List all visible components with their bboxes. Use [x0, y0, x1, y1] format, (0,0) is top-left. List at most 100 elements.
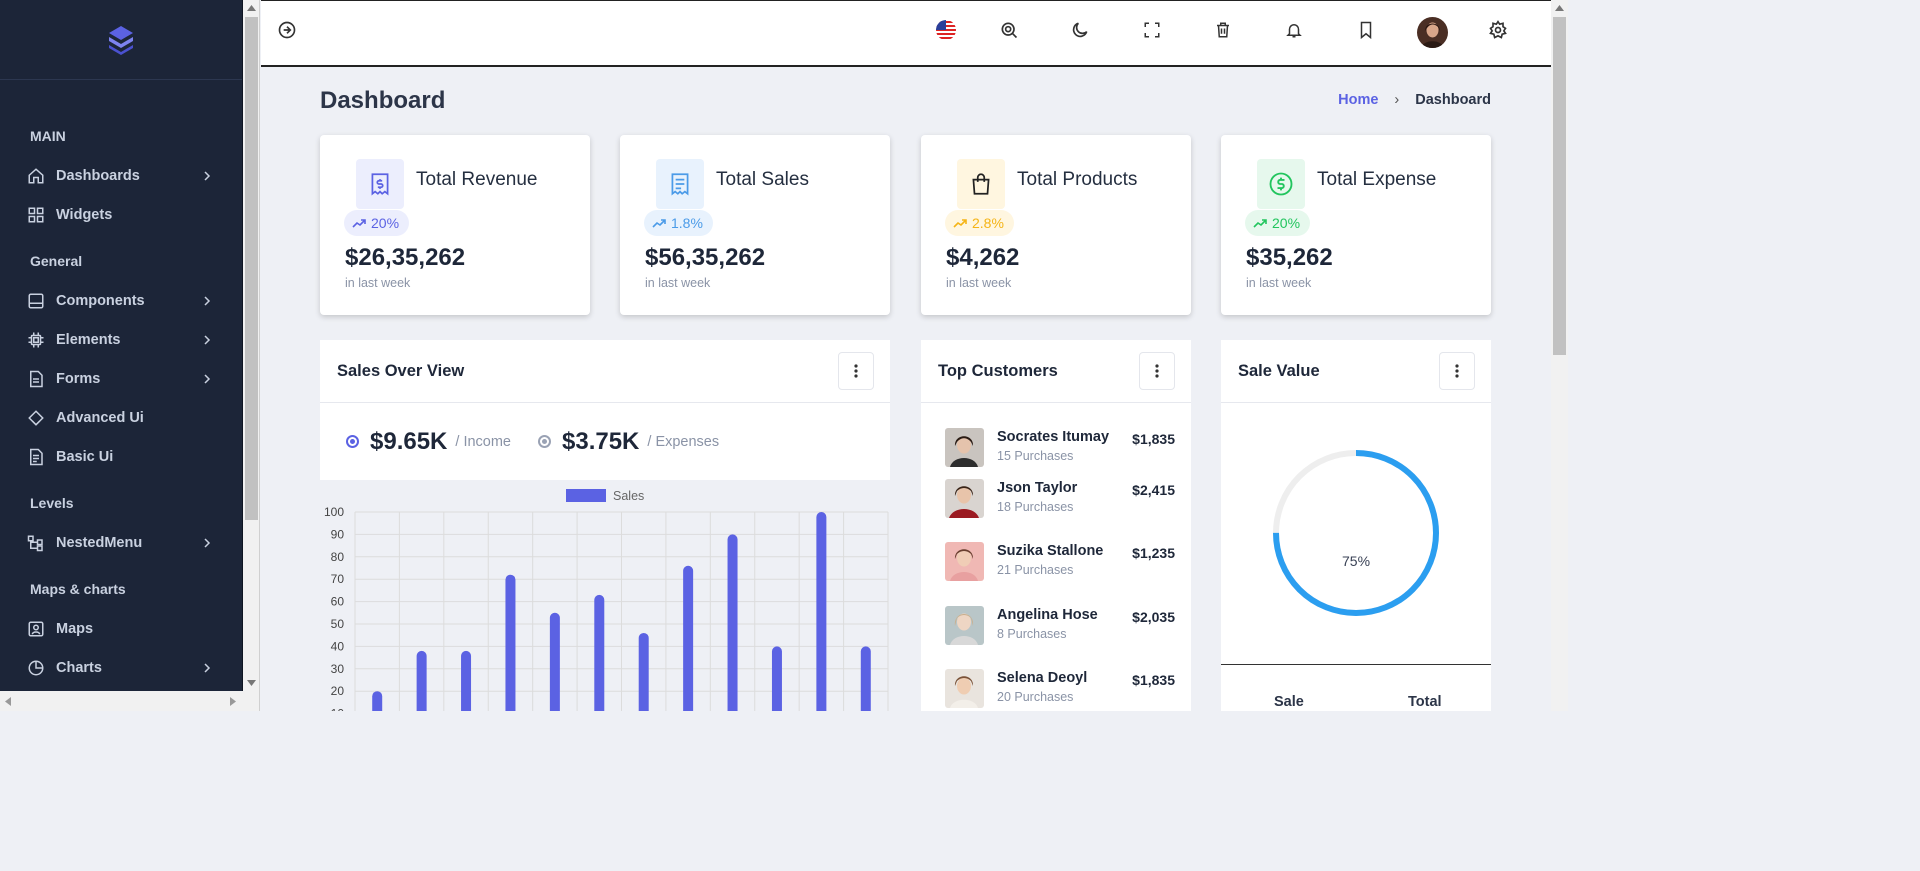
sidebar-item-label: Widgets	[56, 206, 113, 223]
more-options-button[interactable]	[838, 352, 874, 390]
bar-1[interactable]	[372, 691, 383, 736]
bar-7[interactable]	[638, 632, 649, 736]
customer-photo	[945, 606, 984, 645]
customer-row[interactable]: Socrates Itumay 15 Purchases $1,835	[945, 428, 1175, 480]
bar-3[interactable]	[461, 650, 472, 736]
income-radio[interactable]	[346, 435, 359, 448]
avatar[interactable]	[1417, 17, 1448, 48]
customer-row[interactable]: Json Taylor 18 Purchases $2,415	[945, 479, 1175, 531]
scrollbar-thumb[interactable]	[245, 17, 258, 520]
breadcrumb-current: Dashboard	[1415, 92, 1491, 108]
scroll-up-icon[interactable]	[247, 5, 256, 11]
bar-10[interactable]	[771, 646, 782, 736]
bar-6[interactable]	[594, 594, 605, 736]
customer-purchases: 15 Purchases	[997, 449, 1074, 463]
tree-icon	[27, 534, 45, 552]
scroll-left-icon[interactable]	[5, 697, 11, 706]
stat-subtitle: in last week	[1246, 276, 1312, 290]
customer-row[interactable]: Suzika Stallone 21 Purchases $1,235	[945, 542, 1175, 594]
trending-up-icon	[652, 219, 666, 228]
gear-icon[interactable]	[1487, 19, 1509, 41]
home-icon	[27, 167, 45, 185]
page-scrollbar[interactable]	[1551, 0, 1568, 711]
panel-title: Top Customers	[938, 361, 1058, 380]
bar-11[interactable]	[816, 512, 827, 736]
sidebar-item-components[interactable]: Components	[0, 281, 242, 320]
chevron-right-icon	[204, 295, 211, 306]
stat-percent: 2.8%	[972, 215, 1004, 231]
sidebar-horizontal-scrollbar[interactable]	[0, 691, 243, 711]
sidebar-item-label: Components	[56, 292, 145, 309]
search-icon[interactable]	[998, 19, 1020, 41]
sidebar-item-advanced-ui[interactable]: Advanced Ui	[0, 398, 242, 437]
breadcrumb-home-link[interactable]: Home	[1338, 92, 1378, 108]
customer-photo	[945, 428, 984, 467]
chevron-right-icon	[204, 537, 211, 548]
sale-value-donut	[1273, 450, 1439, 616]
bar-2[interactable]	[416, 650, 427, 736]
sidebar-item-label: Dashboards	[56, 167, 140, 184]
customer-name: Angelina Hose	[997, 607, 1098, 623]
customer-amount: $2,415	[1132, 482, 1175, 498]
scroll-up-icon[interactable]	[1555, 5, 1564, 11]
more-options-button[interactable]	[1139, 352, 1175, 390]
sidebar-item-label: Charts	[56, 659, 102, 676]
scrollbar-thumb[interactable]	[1553, 17, 1566, 355]
sidebar-item-elements[interactable]: Elements	[0, 320, 242, 359]
customer-purchases: 18 Purchases	[997, 500, 1074, 514]
legend-swatch[interactable]	[566, 489, 606, 502]
col-sale-header: Sale	[1274, 694, 1304, 710]
moon-icon[interactable]	[1069, 19, 1091, 41]
stat-percent: 20%	[1272, 215, 1301, 231]
customer-purchases: 20 Purchases	[997, 690, 1074, 704]
customer-row[interactable]: Angelina Hose 8 Purchases $2,035	[945, 606, 1175, 658]
stat-card-products: Total Products 2.8% $4,262 in last week	[921, 135, 1191, 315]
y-tick-label: 20	[331, 684, 345, 698]
kebab-icon	[1155, 364, 1159, 378]
breadcrumb-separator: ›	[1394, 92, 1400, 108]
stat-percent: 1.8%	[671, 215, 703, 231]
bar-5[interactable]	[549, 612, 560, 736]
widgets-icon	[27, 206, 45, 224]
bar-9[interactable]	[727, 534, 738, 736]
bar-4[interactable]	[505, 574, 516, 736]
component-icon	[27, 292, 45, 310]
scroll-right-icon[interactable]	[230, 697, 236, 706]
brand-logo[interactable]	[0, 0, 242, 80]
sidebar-item-nestedmenu[interactable]: NestedMenu	[0, 523, 242, 562]
bar-8[interactable]	[683, 565, 694, 736]
sidebar-item-forms[interactable]: Forms	[0, 359, 242, 398]
legend-label: Sales	[613, 489, 644, 503]
trash-icon[interactable]	[1212, 19, 1234, 41]
sidebar-scrollbar[interactable]	[243, 0, 260, 711]
customer-name: Json Taylor	[997, 480, 1078, 496]
toggle-sidebar-icon[interactable]	[276, 19, 298, 41]
breadcrumb: Home › Dashboard	[1338, 92, 1491, 108]
sidebar-item-basic-ui[interactable]: Basic Ui	[0, 437, 242, 476]
stat-card-revenue: Total Revenue 20% $26,35,262 in last wee…	[320, 135, 590, 315]
more-options-button[interactable]	[1439, 352, 1475, 390]
panel-title: Sales Over View	[337, 361, 465, 380]
customer-photo	[945, 669, 984, 708]
bar-12[interactable]	[860, 646, 871, 736]
expense-radio[interactable]	[538, 435, 551, 448]
kebab-icon	[854, 364, 858, 378]
panel-header: Sales Over View	[320, 340, 890, 403]
sale-value-panel: Sale Value 75% Sale Total	[1221, 340, 1491, 711]
sidebar-item-maps[interactable]: Maps	[0, 609, 242, 648]
bell-icon[interactable]	[1283, 19, 1305, 41]
stat-card-sales: Total Sales 1.8% $56,35,262 in last week	[620, 135, 890, 315]
customer-row[interactable]: Selena Deoyl 20 Purchases $1,835	[945, 669, 1175, 721]
scroll-down-icon[interactable]	[247, 680, 256, 686]
sidebar-item-dashboards[interactable]: Dashboards	[0, 156, 242, 195]
customer-amount: $2,035	[1132, 609, 1175, 625]
fullscreen-icon[interactable]	[1141, 19, 1163, 41]
sidebar-item-charts[interactable]: Charts	[0, 648, 242, 687]
customer-name: Selena Deoyl	[997, 670, 1088, 686]
us-flag-icon[interactable]	[935, 19, 957, 41]
bookmark-icon[interactable]	[1355, 19, 1377, 41]
sidebar-item-widgets[interactable]: Widgets	[0, 195, 242, 234]
sidebar: MAIN Dashboards Widgets General Componen…	[0, 0, 243, 711]
y-tick-label: 90	[331, 527, 345, 541]
customer-purchases: 8 Purchases	[997, 627, 1067, 641]
